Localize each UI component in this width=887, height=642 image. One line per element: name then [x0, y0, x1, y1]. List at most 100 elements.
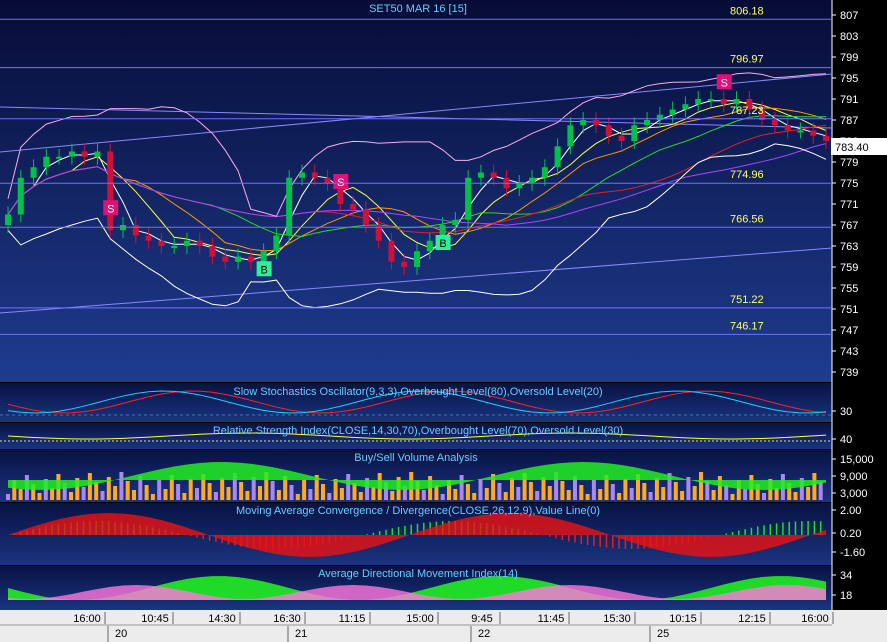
candle-body — [68, 151, 75, 157]
last-price-badge: 783.40 — [831, 138, 887, 155]
volume-bar — [113, 486, 118, 500]
volume-bar — [6, 494, 10, 500]
time-label: 15:00 — [406, 613, 434, 625]
candle-body — [554, 146, 561, 168]
sub-tick-label: 30 — [840, 406, 852, 418]
candle-body — [567, 125, 574, 147]
candle-body — [132, 225, 139, 236]
volume-bar — [812, 473, 817, 500]
volume-bar — [591, 480, 596, 500]
time-label: 9:45 — [471, 613, 492, 625]
price-tick-label: 787 — [840, 115, 858, 127]
price-tick-label: 763 — [840, 241, 858, 253]
volume-bar — [560, 481, 565, 500]
candle-body — [145, 235, 152, 241]
price-tick-label: 799 — [840, 52, 858, 64]
candle-body — [452, 219, 459, 225]
volume-bar — [125, 481, 130, 500]
adx-title: Average Directional Movement Index(14) — [318, 568, 518, 580]
candle-body — [158, 240, 165, 246]
sub-tick-label: 15,000 — [840, 454, 874, 466]
volume-bar — [711, 490, 716, 500]
price-panel — [0, 0, 832, 382]
candle-body — [183, 240, 190, 246]
candle-body — [298, 172, 305, 178]
volume-bar — [598, 489, 603, 500]
volume-bar — [100, 491, 105, 500]
volume-bar — [465, 484, 470, 500]
volume-bar — [541, 477, 546, 500]
volume-bar — [743, 489, 748, 500]
volume-bar — [346, 474, 351, 500]
volume-bar — [157, 480, 162, 500]
time-label: 12:15 — [738, 613, 766, 625]
volume-bar — [182, 493, 187, 500]
volume-bar — [50, 488, 55, 500]
candle-body — [490, 172, 497, 178]
volume-bar — [421, 490, 426, 500]
volume-bar — [699, 472, 703, 500]
level-label: 766.56 — [730, 213, 764, 225]
volume-bar — [295, 494, 300, 500]
volume-bar — [226, 487, 231, 500]
sub-tick-label: -1.60 — [840, 547, 865, 559]
candle-body — [477, 172, 484, 178]
chart-title: SET50 MAR 16 [15] — [369, 3, 467, 15]
sub-tick-label: 40 — [840, 434, 852, 446]
volume-bar — [673, 482, 678, 500]
sub-tick-label: 3,000 — [840, 488, 868, 500]
candle-body — [682, 104, 689, 110]
volume-bar — [692, 486, 697, 500]
volume-bar — [516, 487, 521, 500]
sell-signal-label: S — [107, 203, 114, 215]
level-label: 751.22 — [730, 294, 764, 306]
time-label: 16:00 — [73, 613, 101, 625]
volume-bar — [213, 492, 218, 500]
volume-bar — [617, 493, 622, 500]
volume-bar — [484, 488, 489, 500]
candle-body — [669, 109, 676, 115]
sub-tick-label: 9,000 — [840, 471, 868, 483]
volume-bar — [528, 482, 533, 500]
volume-bar — [69, 492, 73, 500]
candle-body — [707, 99, 714, 101]
candle-body — [465, 177, 472, 220]
stochastic-title: Slow Stochastics Oscillator(9,3,3),Overb… — [233, 386, 602, 398]
volume-bar — [648, 492, 653, 500]
candle-body — [401, 261, 408, 267]
volume-bar — [730, 494, 735, 500]
candle-body — [222, 256, 229, 262]
time-label: 15:30 — [603, 613, 631, 625]
volume-bar — [94, 482, 99, 500]
candle-body — [695, 99, 702, 105]
volume-bar — [717, 476, 722, 500]
candle-body — [810, 130, 817, 136]
volume-bar — [163, 489, 168, 500]
volume-bar — [680, 491, 685, 500]
volume-bar — [81, 487, 86, 500]
volume-bar — [207, 483, 212, 500]
price-tick-label: 743 — [840, 346, 858, 358]
price-tick-label: 807 — [840, 10, 858, 22]
volume-bar — [195, 488, 199, 500]
volume-bar — [547, 486, 552, 500]
volume-bar — [629, 488, 634, 500]
volume-bar — [623, 479, 628, 500]
candle-body — [30, 167, 37, 178]
volume-bar — [503, 492, 508, 500]
volume-bar — [453, 489, 458, 500]
date-label: 21 — [295, 628, 307, 640]
volume-bar — [289, 485, 294, 500]
volume-bar — [87, 473, 92, 500]
time-label: 10:45 — [141, 613, 169, 625]
volume-bar — [144, 485, 149, 500]
macd-title: Moving Average Convergence / Divergence(… — [236, 505, 600, 517]
candle-body — [720, 99, 727, 105]
volume-bar — [585, 494, 590, 500]
last-price-label: 783.40 — [835, 142, 869, 154]
candle-body — [605, 125, 612, 136]
candle-body — [592, 120, 599, 126]
volume-bar — [371, 487, 376, 500]
candle-body — [273, 235, 280, 252]
chart-root: SBSBS 806.18 796.97 787.23 774.96 766.56 751.… — [0, 0, 887, 642]
